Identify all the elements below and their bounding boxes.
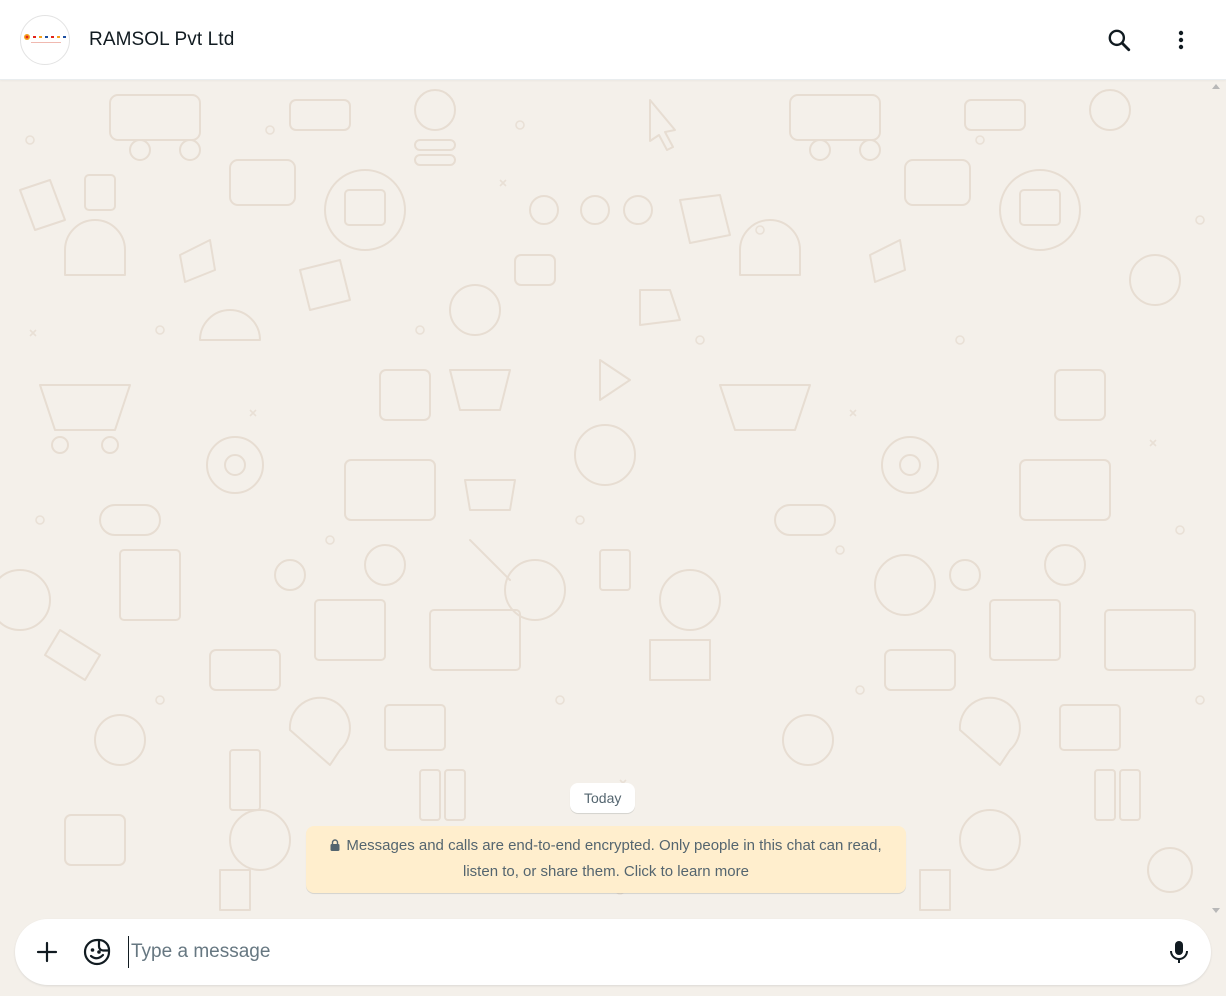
voice-message-button[interactable]	[1159, 932, 1199, 972]
contact-avatar[interactable]	[20, 15, 70, 65]
encryption-text-line-1: Messages and calls are end-to-end encryp…	[346, 837, 882, 854]
plus-icon	[36, 941, 58, 963]
lock-icon	[330, 839, 340, 851]
search-icon	[1108, 29, 1131, 52]
message-list[interactable]: Today Messages and calls are end-to-end …	[0, 80, 1226, 916]
composer-bar	[0, 916, 1226, 996]
contact-name[interactable]: RAMSOL Pvt Ltd	[89, 29, 234, 51]
sticker-icon	[83, 938, 111, 966]
encryption-text-line-2: listen to, or share them. Click to learn…	[463, 863, 749, 880]
date-separator: Today	[570, 783, 636, 813]
message-input[interactable]	[128, 936, 1148, 968]
microphone-icon	[1170, 941, 1188, 963]
scroll-down-arrow[interactable]	[1212, 908, 1220, 913]
attach-button[interactable]	[27, 932, 67, 972]
ramsol-logo-icon	[24, 34, 66, 43]
more-options-button[interactable]	[1161, 20, 1201, 60]
chat-header: RAMSOL Pvt Ltd	[0, 0, 1226, 80]
scroll-up-arrow[interactable]	[1212, 84, 1220, 89]
more-vertical-icon	[1178, 30, 1184, 50]
search-button[interactable]	[1099, 20, 1139, 60]
sticker-button[interactable]	[77, 932, 117, 972]
encryption-notice[interactable]: Messages and calls are end-to-end encryp…	[306, 826, 906, 893]
encryption-notice-line-1: Messages and calls are end-to-end encryp…	[306, 833, 906, 859]
chat-window: RAMSOL Pvt Ltd Today Messages and calls …	[0, 0, 1226, 996]
composer	[15, 919, 1211, 985]
